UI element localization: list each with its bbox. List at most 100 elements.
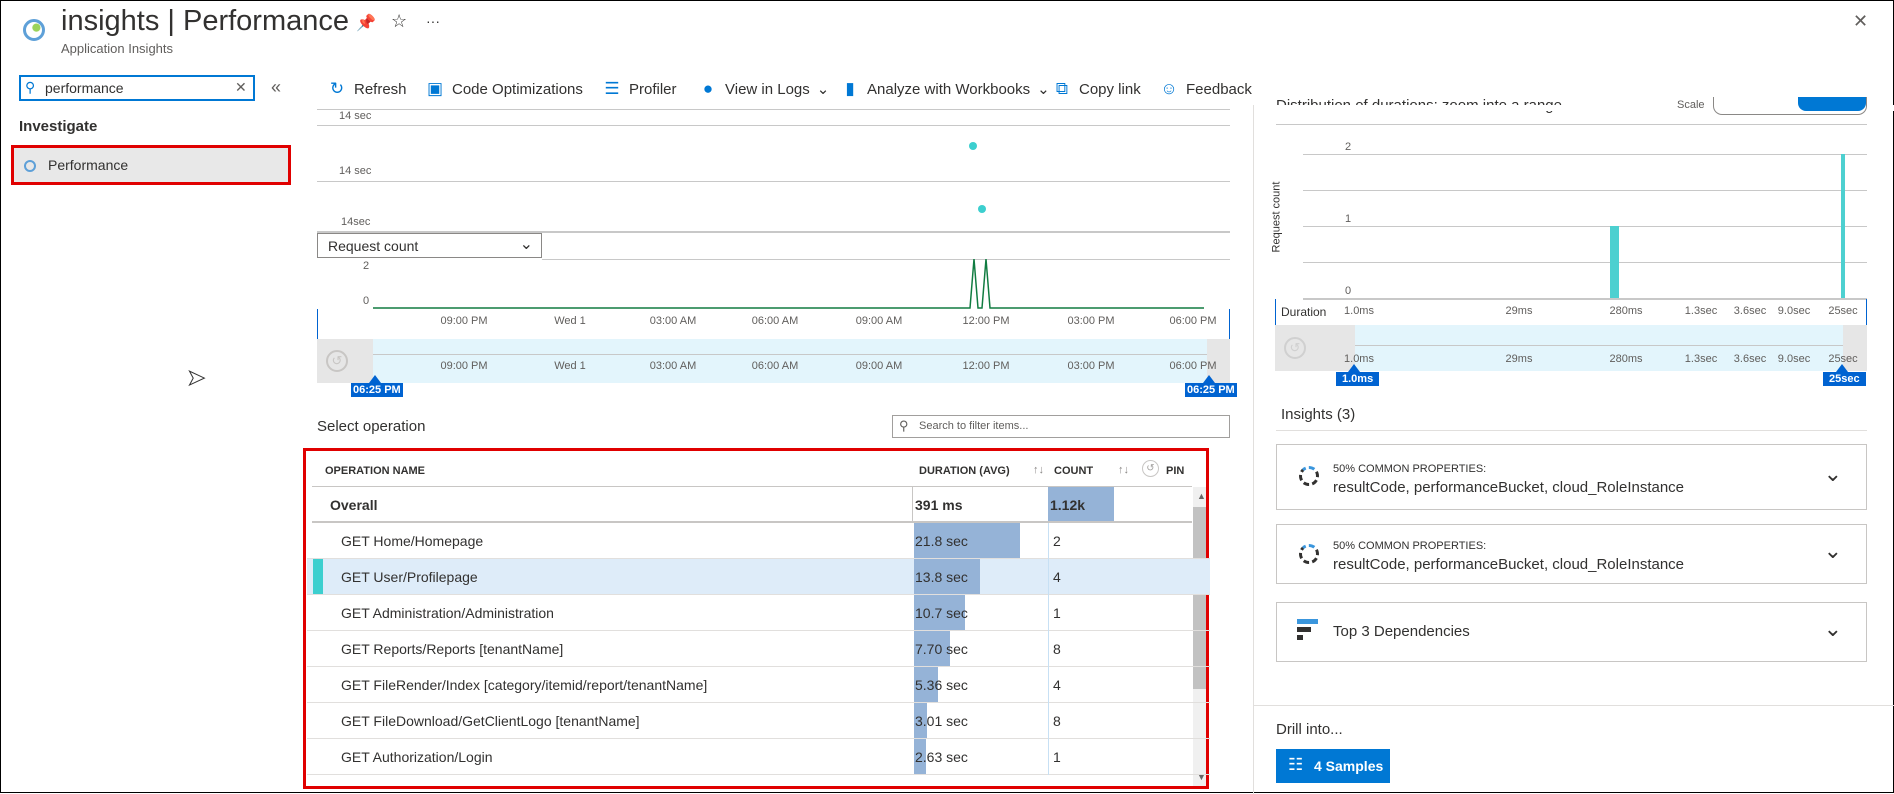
time-tick: Wed 1 <box>554 360 586 372</box>
count-value: 8 <box>1053 713 1061 729</box>
operation-name: GET Administration/Administration <box>341 605 554 621</box>
section-investigate: Investigate <box>19 118 98 135</box>
time-tick: 06:00 PM <box>1169 315 1217 327</box>
col-operation-name[interactable]: OPERATION NAME <box>325 465 425 477</box>
scale-toggle[interactable] <box>1713 97 1867 115</box>
overall-row[interactable]: Overall 391 ms 1.12k <box>312 487 1192 523</box>
duration-tick: 280ms <box>1609 353 1643 365</box>
duration-value: 13.8 sec <box>915 569 968 585</box>
duration-tick: 29ms <box>1505 353 1533 365</box>
time-tick: 06:00 AM <box>751 360 799 372</box>
profiler-button[interactable]: ☰ Profiler <box>602 77 676 101</box>
time-tick: Wed 1 <box>554 315 586 327</box>
dependencies-icon <box>1297 619 1318 624</box>
col-duration[interactable]: DURATION (AVG) <box>919 465 1010 477</box>
duration-axis-label: Duration <box>1281 305 1327 319</box>
mouse-cursor: ➤ <box>186 365 206 391</box>
operation-name: GET Reports/Reports [tenantName] <box>341 641 564 657</box>
duration-tick: 3.6sec <box>1733 305 1767 317</box>
selected-marker <box>313 559 323 594</box>
copy-link-button[interactable]: ⧉ Copy link <box>1052 77 1141 101</box>
duration-value: 3.01 sec <box>915 713 968 729</box>
data-point[interactable] <box>969 142 977 150</box>
sort-icon[interactable]: ↑↓ <box>1033 464 1044 476</box>
range-start-handle[interactable]: 06:25 PM <box>351 383 403 397</box>
chevron-down-icon: ⌄ <box>1823 538 1842 563</box>
data-point[interactable] <box>978 205 986 213</box>
insight-card-dependencies[interactable]: Top 3 Dependencies ⌄ <box>1276 602 1867 662</box>
sort-icon[interactable]: ↑↓ <box>1118 464 1129 476</box>
donut-icon <box>1299 544 1319 564</box>
operation-name: GET FileRender/Index [category/itemid/re… <box>341 677 708 693</box>
duration-value: 5.36 sec <box>915 677 968 693</box>
operation-name: GET Authorization/Login <box>341 749 493 765</box>
count-value: 1 <box>1053 605 1061 621</box>
more-icon[interactable]: ··· <box>426 13 440 29</box>
pin-icon[interactable]: 📌 <box>356 13 376 33</box>
profiler-icon: ☰ <box>604 79 620 98</box>
copy-icon: ⧉ <box>1055 79 1069 98</box>
time-tick: 03:00 AM <box>649 315 697 327</box>
duration-tick: 3.6sec <box>1733 353 1767 365</box>
reset-zoom-icon[interactable]: ↺ <box>326 350 348 372</box>
logs-icon: ● <box>702 79 714 98</box>
samples-button[interactable]: ☷ 4 Samples <box>1276 749 1390 783</box>
col-count[interactable]: COUNT <box>1054 465 1093 477</box>
time-tick: 12:00 PM <box>962 315 1010 327</box>
duration-range-start[interactable]: 1.0ms <box>1336 372 1380 386</box>
table-row[interactable]: GET Home/Homepage 21.8 sec 2 <box>307 523 1210 559</box>
duration-range-end[interactable]: 25sec <box>1823 372 1866 386</box>
search-icon: ⚲ <box>25 79 36 95</box>
refresh-button[interactable]: ↻ Refresh <box>327 77 407 101</box>
time-tick: 09:00 AM <box>855 360 903 372</box>
operation-name: GET User/Profilepage <box>341 569 478 585</box>
drill-title: Drill into... <box>1276 721 1343 738</box>
clear-icon[interactable]: ✕ <box>235 79 247 96</box>
y-tick: 14 sec <box>339 165 372 177</box>
sidebar-search-input[interactable]: ⚲ performance ✕ <box>19 75 255 101</box>
insight-card[interactable]: 50% COMMON PROPERTIES: resultCode, perfo… <box>1276 444 1867 510</box>
code-optimizations-button[interactable]: ▣ Code Optimizations <box>425 77 583 101</box>
duration-tick: 1.3sec <box>1684 353 1718 365</box>
count-value: 2 <box>1053 533 1061 549</box>
collapse-sidebar-button[interactable]: « <box>271 77 281 98</box>
duration-value: 21.8 sec <box>915 533 968 549</box>
time-tick: 06:00 AM <box>751 315 799 327</box>
time-tick: 09:00 AM <box>855 315 903 327</box>
list-icon: ☷ <box>1288 755 1304 774</box>
duration-value: 10.7 sec <box>915 605 968 621</box>
view-in-logs-button[interactable]: ● View in Logs ⌄ <box>698 77 830 101</box>
count-value: 4 <box>1053 677 1061 693</box>
code-optimizations-icon: ▣ <box>426 79 444 98</box>
table-row[interactable]: GET FileDownload/GetClientLogo [tenantNa… <box>307 703 1210 739</box>
time-tick: 03:00 PM <box>1067 315 1115 327</box>
duration-value: 7.70 sec <box>915 641 968 657</box>
analyze-workbooks-button[interactable]: ▮ Analyze with Workbooks ⌄ <box>840 77 1050 101</box>
duration-tick: 1.3sec <box>1684 305 1718 317</box>
table-row[interactable]: GET FileRender/Index [category/itemid/re… <box>307 667 1210 703</box>
histogram-bar[interactable] <box>1610 226 1619 298</box>
chevron-down-icon: ⌄ <box>1037 81 1050 98</box>
y-tick: 0 <box>1345 285 1352 297</box>
workbook-icon: ▮ <box>845 79 855 98</box>
duration-tick: 1.0ms <box>1344 305 1374 317</box>
table-row[interactable]: GET User/Profilepage 13.8 sec 4 <box>307 559 1210 595</box>
insight-card[interactable]: 50% COMMON PROPERTIES: resultCode, perfo… <box>1276 524 1867 584</box>
reset-zoom-icon[interactable]: ↺ <box>1284 337 1306 359</box>
table-row[interactable]: GET Administration/Administration 10.7 se… <box>307 595 1210 631</box>
duration-tick: 280ms <box>1609 305 1643 317</box>
filter-search-input[interactable]: ⚲ Search to filter items... <box>892 415 1230 438</box>
table-row[interactable]: GET Reports/Reports [tenantName] 7.70 sec… <box>307 631 1210 667</box>
feedback-button[interactable]: ☺ Feedback <box>1159 77 1252 101</box>
time-tick: 12:00 PM <box>962 360 1010 372</box>
pane-divider <box>1253 105 1254 794</box>
table-row[interactable]: GET Authorization/Login 2.63 sec 1 <box>307 739 1210 775</box>
range-end-handle[interactable]: 06:25 PM <box>1185 383 1237 397</box>
star-icon[interactable]: ☆ <box>391 11 407 32</box>
close-icon[interactable]: ✕ <box>1853 11 1868 32</box>
duration-tick: 9.0sec <box>1777 353 1811 365</box>
histogram-bar[interactable] <box>1841 154 1845 298</box>
chevron-down-icon: ⌄ <box>1823 461 1842 486</box>
sidebar-item-performance[interactable]: Performance <box>11 145 291 185</box>
time-tick: 09:00 PM <box>440 315 488 327</box>
